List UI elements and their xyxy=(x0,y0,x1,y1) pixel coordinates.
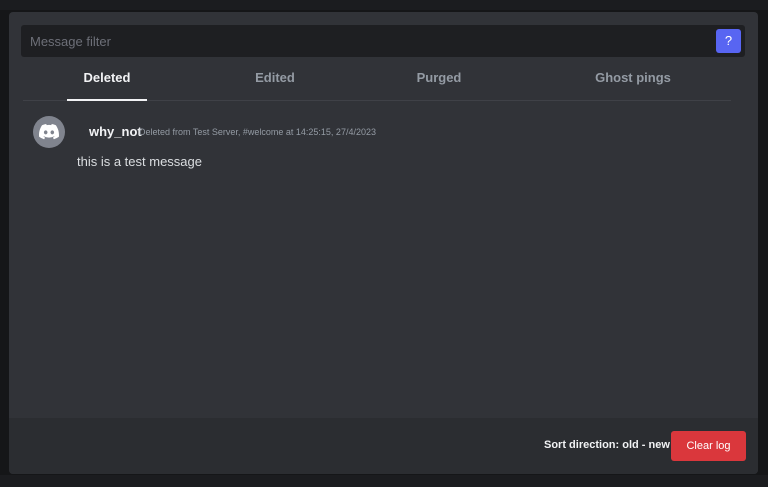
modal-footer: Sort direction: old - new Clear log xyxy=(9,418,758,474)
sort-direction-toggle[interactable]: Sort direction: old - new xyxy=(544,439,670,451)
message-metadata: Deleted from Test Server, #welcome at 14… xyxy=(139,127,376,137)
message-filter-bar: ? xyxy=(21,25,745,57)
help-button[interactable]: ? xyxy=(716,29,741,53)
discord-logo-icon xyxy=(39,124,59,140)
clear-log-button[interactable]: Clear log xyxy=(671,431,746,461)
avatar[interactable] xyxy=(33,116,65,148)
backdrop-header xyxy=(0,0,768,10)
backdrop-footer xyxy=(0,475,768,487)
tab-purged[interactable]: Purged xyxy=(399,58,479,101)
tab-deleted[interactable]: Deleted xyxy=(67,58,147,101)
message-filter-input[interactable] xyxy=(21,25,711,57)
logged-message: why_not Deleted from Test Server, #welco… xyxy=(33,116,723,176)
tab-ghost-pings[interactable]: Ghost pings xyxy=(568,58,698,101)
message-username[interactable]: why_not xyxy=(89,124,142,139)
message-logger-modal: ? Deleted Edited Purged Ghost pings why_… xyxy=(9,12,758,474)
log-tabs: Deleted Edited Purged Ghost pings xyxy=(23,58,731,101)
message-content: this is a test message xyxy=(77,154,202,169)
tab-edited[interactable]: Edited xyxy=(235,58,315,101)
